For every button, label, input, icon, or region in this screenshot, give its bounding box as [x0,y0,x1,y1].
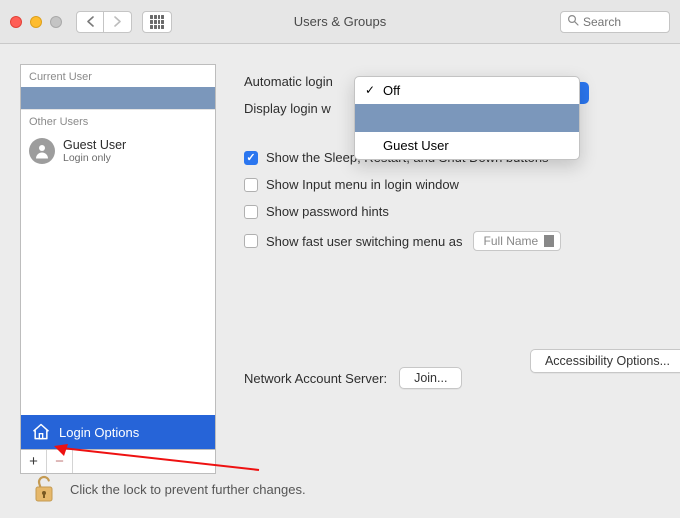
dropdown-option-highlighted[interactable] [355,104,579,132]
accessibility-options-button[interactable]: Accessibility Options... [530,349,680,373]
login-options-label: Login Options [59,425,139,440]
chevron-updown-icon: ⇅ [547,236,555,247]
traffic-lights [10,16,62,28]
zoom-window-icon [50,16,62,28]
checkbox-password-hints-label: Show password hints [266,204,389,219]
dropdown-option-off[interactable]: Off [355,77,579,104]
titlebar: Users & Groups [0,0,680,44]
user-text: Guest User Login only [63,138,126,164]
grid-icon [150,15,164,29]
nav-buttons [76,11,132,33]
house-icon [31,422,51,442]
automatic-login-dropdown: Off Guest User [354,76,580,160]
dropdown-off-label: Off [383,83,400,98]
current-user-selection[interactable] [21,87,215,109]
other-users-header: Other Users [21,109,215,132]
lock-footer: Click the lock to prevent further change… [30,474,306,504]
minimize-window-icon[interactable] [30,16,42,28]
join-button[interactable]: Join... [399,367,462,389]
sidebar-item-login-options[interactable]: Login Options [21,415,215,449]
fast-user-value: Full Name [484,234,539,248]
search-field[interactable] [560,11,670,33]
lock-footer-text: Click the lock to prevent further change… [70,482,306,497]
user-name-label: Guest User [63,138,126,152]
user-sidebar: Current User Other Users Guest User Logi… [20,64,216,474]
unlocked-lock-icon[interactable] [30,474,58,504]
automatic-login-label: Automatic login [244,74,333,89]
user-sub-label: Login only [63,152,126,164]
window-title: Users & Groups [294,14,386,29]
avatar-icon [29,138,55,164]
show-all-button[interactable] [142,11,172,33]
back-button[interactable] [76,11,104,33]
add-remove-bar: + − [21,449,215,473]
checkbox-fast-user-switching[interactable] [244,234,258,248]
dropdown-guest-label: Guest User [383,138,449,153]
display-login-label: Display login w [244,101,331,116]
checkbox-input-menu-label: Show Input menu in login window [266,177,459,192]
dropdown-option-guest-user[interactable]: Guest User [355,132,579,159]
fast-user-select[interactable]: Full Name ⇅ [473,231,562,251]
checkbox-password-hints[interactable] [244,205,258,219]
checkbox-fast-user-label: Show fast user switching menu as [266,234,463,249]
current-user-header: Current User [21,65,215,87]
add-user-button[interactable]: + [21,450,47,473]
network-account-server-label: Network Account Server: [244,371,387,386]
search-icon [567,14,579,29]
checkbox-sleep-restart[interactable] [244,151,258,165]
checkbox-input-menu[interactable] [244,178,258,192]
forward-button[interactable] [104,11,132,33]
close-window-icon[interactable] [10,16,22,28]
sidebar-item-guest-user[interactable]: Guest User Login only [21,132,215,170]
remove-user-button[interactable]: − [47,450,73,473]
search-input[interactable] [583,15,663,29]
